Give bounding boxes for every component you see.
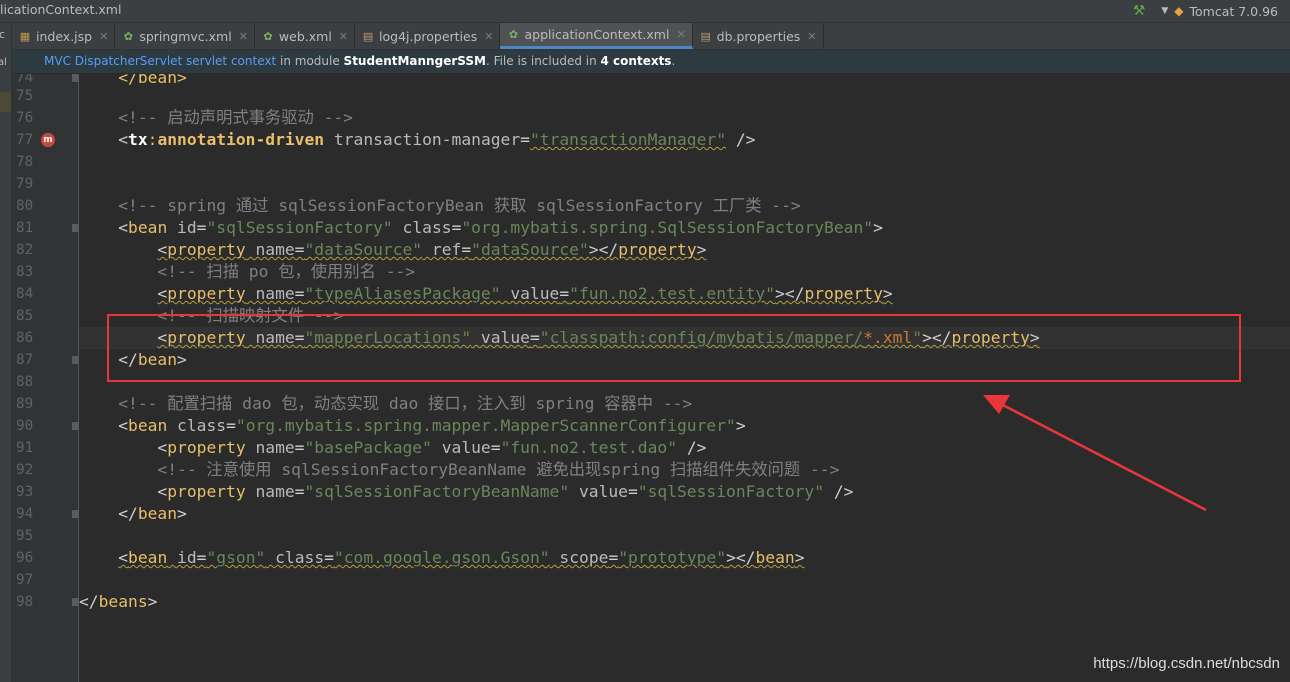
annotation-arrow: [983, 395, 1207, 512]
watermark: https://blog.csdn.net/nbcsdn: [1093, 655, 1280, 672]
